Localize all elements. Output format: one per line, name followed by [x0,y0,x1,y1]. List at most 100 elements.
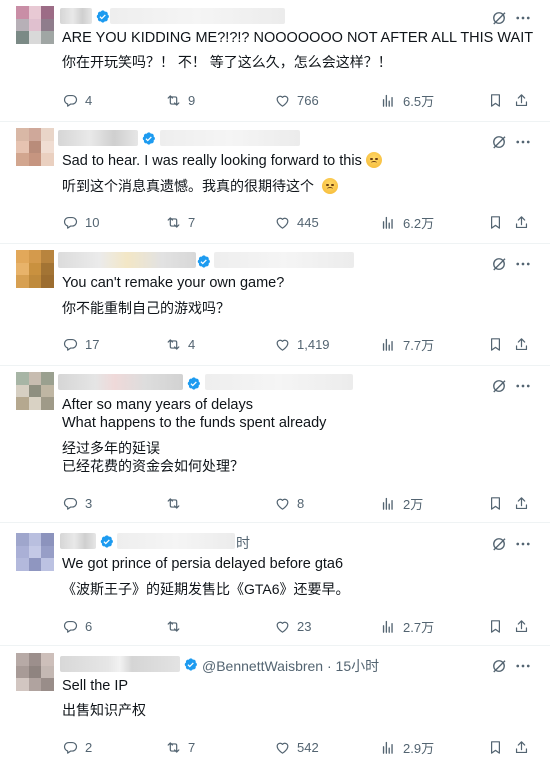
avatar[interactable] [16,6,54,44]
avatar-pixel [28,18,42,32]
handle-and-timestamp[interactable]: @BennettWaisbren · 15小时 [202,656,379,676]
avatar-pixel [41,31,54,44]
grok-icon[interactable] [490,9,508,27]
bookmark-button[interactable] [487,90,504,110]
verified-badge-icon [184,658,197,671]
reply-tweet[interactable]: After so many years of delays What happe… [0,366,550,523]
share-button[interactable] [513,493,530,513]
bookmark-button[interactable] [487,616,504,636]
bookmark-button[interactable] [487,737,504,757]
like-button[interactable]: 8 [274,493,304,513]
views-button[interactable]: 2.7万 [380,616,434,636]
tweet-text-translation: 你不能重制自己的游戏吗？ [62,300,230,316]
reply-button[interactable]: 2 [62,737,92,757]
views-button[interactable]: 2万 [380,493,423,513]
grok-icon[interactable] [490,133,508,151]
share-button[interactable] [513,616,530,636]
more-icon[interactable] [514,377,532,395]
retweet-count: 7 [188,739,196,755]
handle-redacted[interactable] [205,374,353,390]
bookmark-button[interactable] [487,493,504,513]
reply-tweet[interactable]: @BennettWaisbren · 15小时 Sell the IP 出售知识… [0,646,550,770]
reply-button[interactable]: 17 [62,334,99,354]
display-name-redacted[interactable] [60,533,96,549]
share-button[interactable] [513,737,530,757]
retweet-count: 4 [188,336,196,352]
views-button[interactable]: 6.5万 [380,90,434,110]
avatar[interactable] [16,653,54,691]
share-button[interactable] [513,212,530,232]
reply-tweet[interactable]: You can't remake your own game? 你不能重制自己的… [0,244,550,366]
handle-redacted[interactable] [214,252,354,268]
avatar-pixel [28,153,42,166]
avatar-pixel [28,678,42,691]
handle-redacted[interactable] [110,8,285,24]
like-button[interactable]: 23 [274,616,311,636]
more-icon[interactable] [514,9,532,27]
reply-tweet[interactable]: 时 We got prince of persia delayed before… [0,523,550,646]
views-button[interactable]: 2.9万 [380,737,434,757]
display-name-redacted[interactable] [60,656,180,672]
avatar-pixel [28,372,42,385]
like-icon [276,498,289,510]
avatar[interactable] [16,128,54,166]
like-count: 542 [297,739,319,755]
avatar-pixel [16,678,29,691]
reply-tweet[interactable]: Sad to hear. I was really looking forwar… [0,122,550,244]
retweet-button[interactable] [165,493,188,513]
bookmark-button[interactable] [487,334,504,354]
avatar-pixel [28,140,42,154]
avatar-pixel [41,18,54,32]
like-button[interactable]: 445 [274,212,319,232]
avatar-pixel [41,140,54,154]
share-button[interactable] [513,334,530,354]
like-button[interactable]: 542 [274,737,319,757]
more-icon[interactable] [514,133,532,151]
reply-button[interactable]: 3 [62,493,92,513]
retweet-button[interactable]: 7 [165,737,195,757]
avatar[interactable] [16,372,54,410]
like-button[interactable]: 766 [274,90,319,110]
reply-button[interactable]: 10 [62,212,99,232]
like-button[interactable]: 1,419 [274,334,330,354]
display-name-redacted[interactable] [58,130,138,146]
retweet-button[interactable]: 9 [165,90,195,110]
views-count: 6.5万 [403,93,435,109]
grok-icon[interactable] [490,377,508,395]
avatar-pixel [28,665,42,679]
verified-badge-icon [187,377,200,390]
views-button[interactable]: 7.7万 [380,334,434,354]
share-button[interactable] [513,90,530,110]
grok-icon[interactable] [490,255,508,273]
more-icon[interactable] [514,255,532,273]
more-icon[interactable] [514,657,532,675]
avatar-pixel [41,372,54,385]
views-button[interactable]: 6.2万 [380,212,434,232]
reply-button[interactable]: 6 [62,616,92,636]
handle-redacted[interactable] [160,130,300,146]
display-name-redacted[interactable] [58,374,183,390]
tweet-text-translation: 你在开玩笑吗？！ 不！ 等了这么久，怎么会这样？！ [62,54,392,70]
handle-redacted[interactable] [117,533,235,549]
reply-button[interactable]: 4 [62,90,92,110]
timestamp-suffix[interactable]: 时 [236,533,250,553]
retweet-icon [167,94,180,106]
bookmark-button[interactable] [487,212,504,232]
avatar-pixel [28,128,42,141]
views-count: 2.7万 [403,619,435,635]
reply-count: 6 [85,618,93,634]
grok-icon[interactable] [490,535,508,553]
reply-tweet[interactable]: ARE YOU KIDDING ME?!?!? NOOOOOOO NOT AFT… [0,0,550,122]
avatar[interactable] [16,533,54,571]
display-name-redacted[interactable] [60,8,92,24]
verified-badge-icon [96,10,109,23]
display-name-redacted[interactable] [58,252,196,268]
avatar-pixel [28,6,42,19]
avatar[interactable] [16,250,54,288]
retweet-button[interactable]: 7 [165,212,195,232]
avatar-pixel [16,31,29,44]
retweet-button[interactable]: 4 [165,334,195,354]
retweet-button[interactable] [165,616,188,636]
more-icon[interactable] [514,535,532,553]
grok-icon[interactable] [490,657,508,675]
